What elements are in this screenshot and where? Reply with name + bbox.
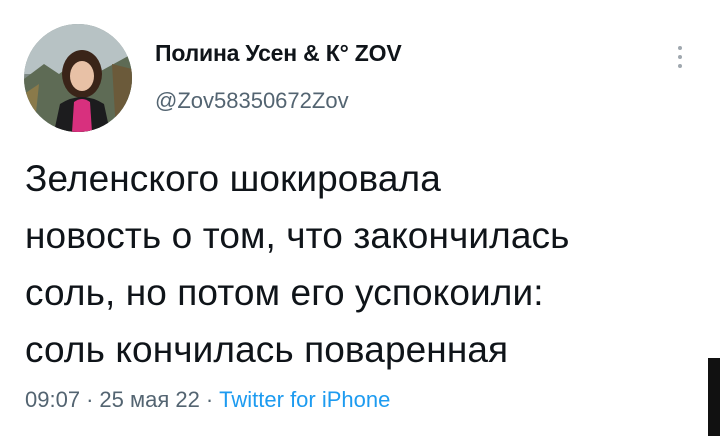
tweet-source-link[interactable]: Twitter for iPhone — [219, 387, 390, 412]
tweet-date[interactable]: 25 мая 22 — [99, 387, 199, 412]
author-name[interactable]: Полина Усен & К° ZOV — [155, 40, 402, 67]
tweet-text: Зеленского шокировала новость о том, что… — [25, 158, 570, 370]
meta-separator: · — [86, 387, 94, 412]
more-vertical-icon[interactable] — [670, 44, 690, 72]
tweet-card: Полина Усен & К° ZOV @Zov58350672Zov Зел… — [0, 0, 720, 436]
edge-artifact — [708, 358, 720, 436]
tweet-time[interactable]: 09:07 — [25, 387, 80, 412]
avatar[interactable] — [24, 24, 132, 132]
tweet-meta: 09:07 · 25 мая 22 · Twitter for iPhone — [25, 387, 390, 413]
avatar-photo-icon — [24, 24, 132, 132]
meta-separator: · — [205, 387, 214, 412]
author-handle[interactable]: @Zov58350672Zov — [155, 88, 349, 114]
